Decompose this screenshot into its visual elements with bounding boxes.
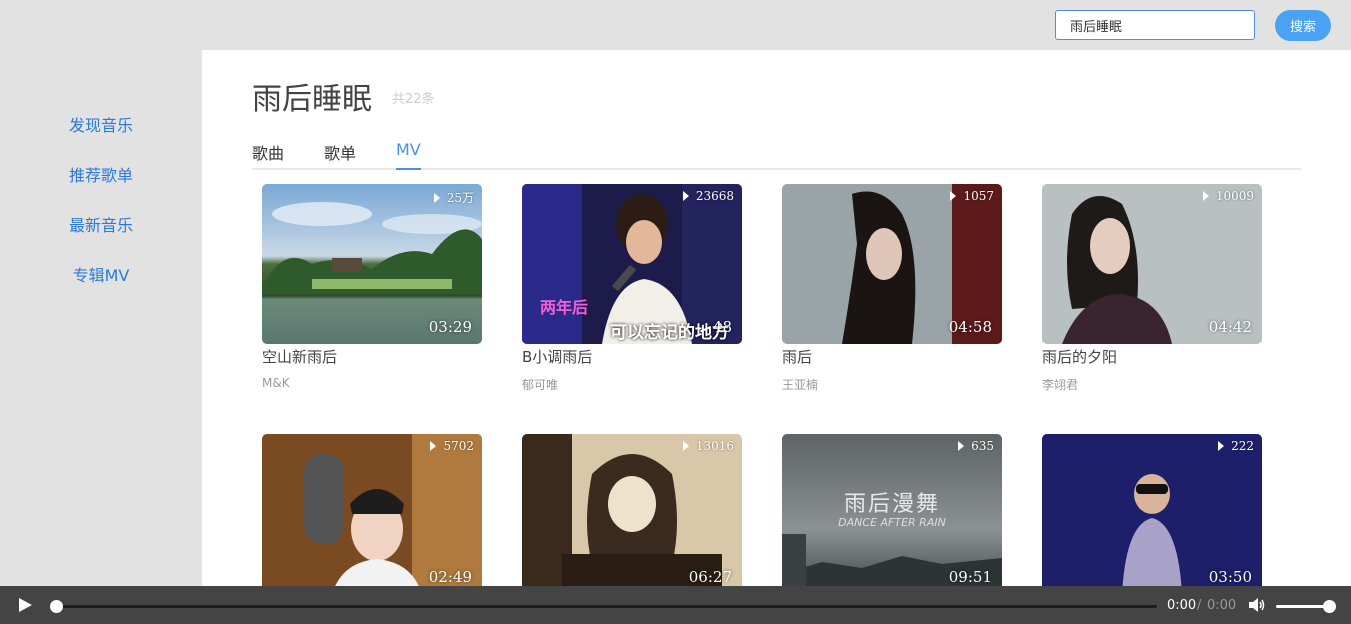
mv-card[interactable]: 23668 两年后 可以忘记的地方 48 B小调雨后 郁可唯 (522, 184, 742, 393)
play-count: 1057 (950, 189, 994, 203)
search-button[interactable]: 搜索 (1275, 10, 1331, 41)
mv-thumbnail[interactable]: 23668 两年后 可以忘记的地方 48 (522, 184, 742, 344)
mv-thumbnail[interactable]: 25万 03:29 (262, 184, 482, 344)
progress-bar[interactable] (56, 605, 1157, 608)
mv-thumbnail[interactable]: 222 03:50 (1042, 434, 1262, 586)
mv-name[interactable]: B小调雨后 (522, 346, 742, 368)
mv-artist[interactable]: 王亚楠 (782, 376, 1002, 393)
current-time: 0:00 (1167, 598, 1197, 613)
sidebar: 发现音乐 推荐歌单 最新音乐 专辑MV (0, 50, 202, 586)
result-count: 共22条 (392, 92, 435, 107)
time-separator: / (1197, 598, 1202, 613)
sidebar-item-mv[interactable]: 专辑MV (0, 264, 202, 288)
mv-card[interactable]: 635 雨后漫舞 DANCE AFTER RAIN 09:51 (782, 434, 1002, 586)
play-icon (430, 441, 437, 451)
duration: 03:50 (1208, 568, 1252, 586)
play-icon (958, 441, 965, 451)
play-icon[interactable] (19, 598, 32, 612)
duration: 06:27 (688, 568, 732, 586)
thumbnail-image (1042, 434, 1262, 586)
mv-card[interactable]: 25万 03:29 空山新雨后 M&K (262, 184, 482, 390)
mv-card[interactable]: 13016 06:27 (522, 434, 742, 586)
duration: 09:51 (948, 568, 992, 586)
sidebar-item-recommended-playlists[interactable]: 推荐歌单 (0, 164, 202, 188)
audio-player: 0:00 / 0:00 (0, 586, 1351, 624)
tab-songs[interactable]: 歌曲 (252, 140, 284, 170)
mv-thumbnail[interactable]: 10009 04:42 (1042, 184, 1262, 344)
play-count: 13016 (682, 439, 734, 453)
volume-icon[interactable] (1248, 597, 1266, 613)
play-icon (1202, 191, 1209, 201)
mv-artist[interactable]: M&K (262, 376, 482, 390)
play-count: 25万 (433, 189, 474, 206)
total-time: 0:00 (1207, 598, 1237, 613)
page-title: 雨后睡眠 (252, 82, 372, 117)
sidebar-item-latest-music[interactable]: 最新音乐 (0, 214, 202, 238)
mv-card[interactable]: 222 03:50 (1042, 434, 1262, 586)
search-input[interactable] (1055, 10, 1255, 40)
video-overlay-subtitle: DANCE AFTER RAIN (838, 516, 946, 529)
mv-thumbnail[interactable]: 635 雨后漫舞 DANCE AFTER RAIN 09:51 (782, 434, 1002, 586)
mv-name[interactable]: 空山新雨后 (262, 346, 482, 368)
volume-slider[interactable] (1276, 605, 1330, 608)
mv-thumbnail[interactable]: 1057 04:58 (782, 184, 1002, 344)
thumbnail-image (262, 434, 482, 586)
duration: 04:42 (1208, 318, 1252, 336)
play-icon (433, 192, 440, 203)
thumbnail-image (522, 434, 742, 586)
video-overlay-title: 雨后漫舞 (843, 492, 940, 517)
mv-card[interactable]: 10009 04:42 雨后的夕阳 李翊君 (1042, 184, 1262, 393)
sidebar-item-discover-music[interactable]: 发现音乐 (0, 114, 202, 138)
play-count: 635 (958, 439, 994, 453)
main-content: 雨后睡眠 共22条 歌曲 歌单 MV 25万 03:29 空山新雨后 M&K 2… (202, 50, 1351, 586)
play-icon (1218, 441, 1225, 451)
mv-card[interactable]: 1057 04:58 雨后 王亚楠 (782, 184, 1002, 393)
tab-playlists[interactable]: 歌单 (324, 140, 356, 170)
mv-artist[interactable]: 李翊君 (1042, 376, 1262, 393)
video-caption: 可以忘记的地方 (610, 323, 729, 343)
mv-card[interactable]: 5702 02:49 (262, 434, 482, 586)
tab-mv[interactable]: MV (396, 140, 421, 170)
play-count: 222 (1218, 439, 1254, 453)
duration: 04:58 (948, 318, 992, 336)
duration: 03:29 (428, 318, 472, 336)
progress-handle[interactable] (50, 600, 63, 613)
duration: 48 (712, 318, 732, 336)
volume-handle[interactable] (1323, 600, 1336, 613)
play-icon (950, 191, 957, 201)
video-caption-left: 两年后 (540, 298, 589, 317)
play-icon (682, 191, 689, 201)
play-count: 23668 (682, 189, 734, 203)
tab-bar: 歌曲 歌单 MV (252, 136, 1301, 170)
play-count: 10009 (1202, 189, 1254, 203)
play-count: 5702 (430, 439, 474, 453)
duration: 02:49 (428, 568, 472, 586)
mv-name[interactable]: 雨后 (782, 346, 1002, 368)
mv-artist[interactable]: 郁可唯 (522, 376, 742, 393)
top-bar: 搜索 (0, 0, 1351, 50)
mv-thumbnail[interactable]: 13016 06:27 (522, 434, 742, 586)
play-icon (682, 441, 689, 451)
mv-thumbnail[interactable]: 5702 02:49 (262, 434, 482, 586)
mv-name[interactable]: 雨后的夕阳 (1042, 346, 1262, 368)
